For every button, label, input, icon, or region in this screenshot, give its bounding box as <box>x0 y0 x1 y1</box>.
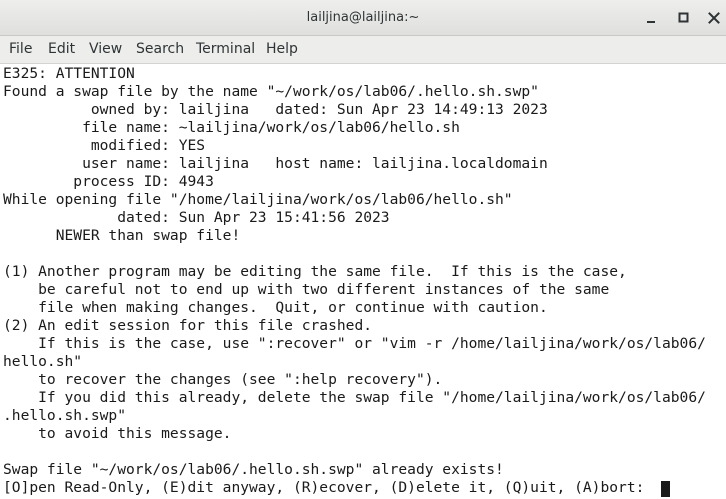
terminal-line: process ID: 4943 <box>3 173 214 190</box>
terminal-line: be careful not to end up with two differ… <box>3 281 610 298</box>
maximize-icon <box>678 12 689 23</box>
terminal-line: If you did this already, delete the swap… <box>3 389 706 406</box>
terminal-output[interactable]: E325: ATTENTION Found a swap file by the… <box>0 64 726 499</box>
text-cursor <box>661 481 670 497</box>
menu-bar: File Edit View Search Terminal Help <box>0 36 726 64</box>
terminal-line: user name: lailjina host name: lailjina.… <box>3 155 548 172</box>
menu-help[interactable]: Help <box>266 36 298 63</box>
close-icon <box>708 12 720 24</box>
close-button[interactable] <box>705 9 723 27</box>
minimize-button[interactable] <box>642 9 660 27</box>
window-title: lailjina@lailjina:~ <box>306 10 420 25</box>
terminal-line: E325: ATTENTION <box>3 65 135 82</box>
menu-terminal[interactable]: Terminal <box>196 36 255 63</box>
maximize-button[interactable] <box>675 9 693 27</box>
terminal-window: lailjina@lailjina:~ File Edit View Searc… <box>0 0 726 499</box>
terminal-line: NEWER than swap file! <box>3 227 241 244</box>
minimize-icon <box>647 21 655 23</box>
terminal-line: modified: YES <box>3 137 206 154</box>
terminal-line: to avoid this message. <box>3 425 232 442</box>
terminal-line: Swap file "~/work/os/lab06/.hello.sh.swp… <box>3 461 504 478</box>
menu-search[interactable]: Search <box>136 36 184 63</box>
title-bar[interactable]: lailjina@lailjina:~ <box>0 0 726 36</box>
terminal-line: While opening file "/home/lailjina/work/… <box>3 191 513 208</box>
menu-file[interactable]: File <box>9 36 32 63</box>
terminal-line: (2) An edit session for this file crashe… <box>3 317 373 334</box>
menu-edit[interactable]: Edit <box>48 36 75 63</box>
terminal-line: dated: Sun Apr 23 15:41:56 2023 <box>3 209 390 226</box>
terminal-line: owned by: lailjina dated: Sun Apr 23 14:… <box>3 101 548 118</box>
terminal-line: (1) Another program may be editing the s… <box>3 263 627 280</box>
terminal-line: Found a swap file by the name "~/work/os… <box>3 83 539 100</box>
terminal-prompt-line: [O]pen Read-Only, (E)dit anyway, (R)ecov… <box>3 479 645 496</box>
terminal-line: hello.sh" <box>3 353 83 370</box>
terminal-line: If this is the case, use ":recover" or "… <box>3 335 706 352</box>
terminal-line: to recover the changes (see ":help recov… <box>3 371 443 388</box>
menu-view[interactable]: View <box>89 36 122 63</box>
terminal-line: .hello.sh.swp" <box>3 407 127 424</box>
terminal-line: file name: ~lailjina/work/os/lab06/hello… <box>3 119 460 136</box>
terminal-line: file when making changes. Quit, or conti… <box>3 299 548 316</box>
